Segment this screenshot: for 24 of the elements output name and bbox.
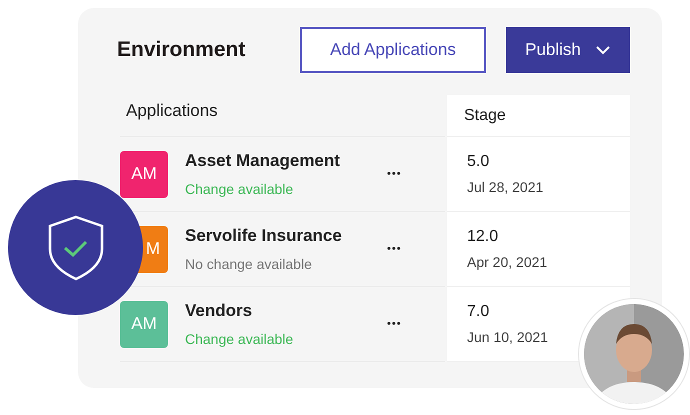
- stage-version: 7.0: [467, 302, 490, 322]
- app-name: Asset Management: [185, 150, 341, 172]
- publish-button[interactable]: Publish: [506, 27, 630, 73]
- stage-date: Jun 10, 2021: [467, 328, 549, 347]
- app-name: Servolife Insurance: [185, 225, 343, 248]
- column-header: Applications: [126, 100, 218, 122]
- add-applications-button[interactable]: Add Applications: [300, 27, 486, 73]
- shield-check-icon: [48, 214, 104, 280]
- stage-version: 12.0: [467, 227, 500, 247]
- environment-title: Environment: [117, 37, 246, 64]
- column-header: Stage: [464, 106, 506, 126]
- app-status: Change available: [185, 330, 294, 349]
- more-button[interactable]: •••: [387, 240, 402, 258]
- app-status: Change available: [185, 180, 294, 199]
- app-name: Vendors: [185, 300, 254, 322]
- more-button[interactable]: •••: [387, 316, 402, 332]
- chevron-down-icon: [594, 45, 611, 55]
- app-avatar: AM: [120, 300, 168, 348]
- stage-date: Jul 28, 2021: [467, 178, 544, 197]
- app-avatar: AM: [120, 150, 168, 198]
- stage-version: 5.0: [467, 152, 490, 172]
- more-button[interactable]: •••: [387, 166, 402, 182]
- stage-date: Apr 20, 2021: [467, 253, 548, 272]
- app-status: No change available: [185, 254, 313, 274]
